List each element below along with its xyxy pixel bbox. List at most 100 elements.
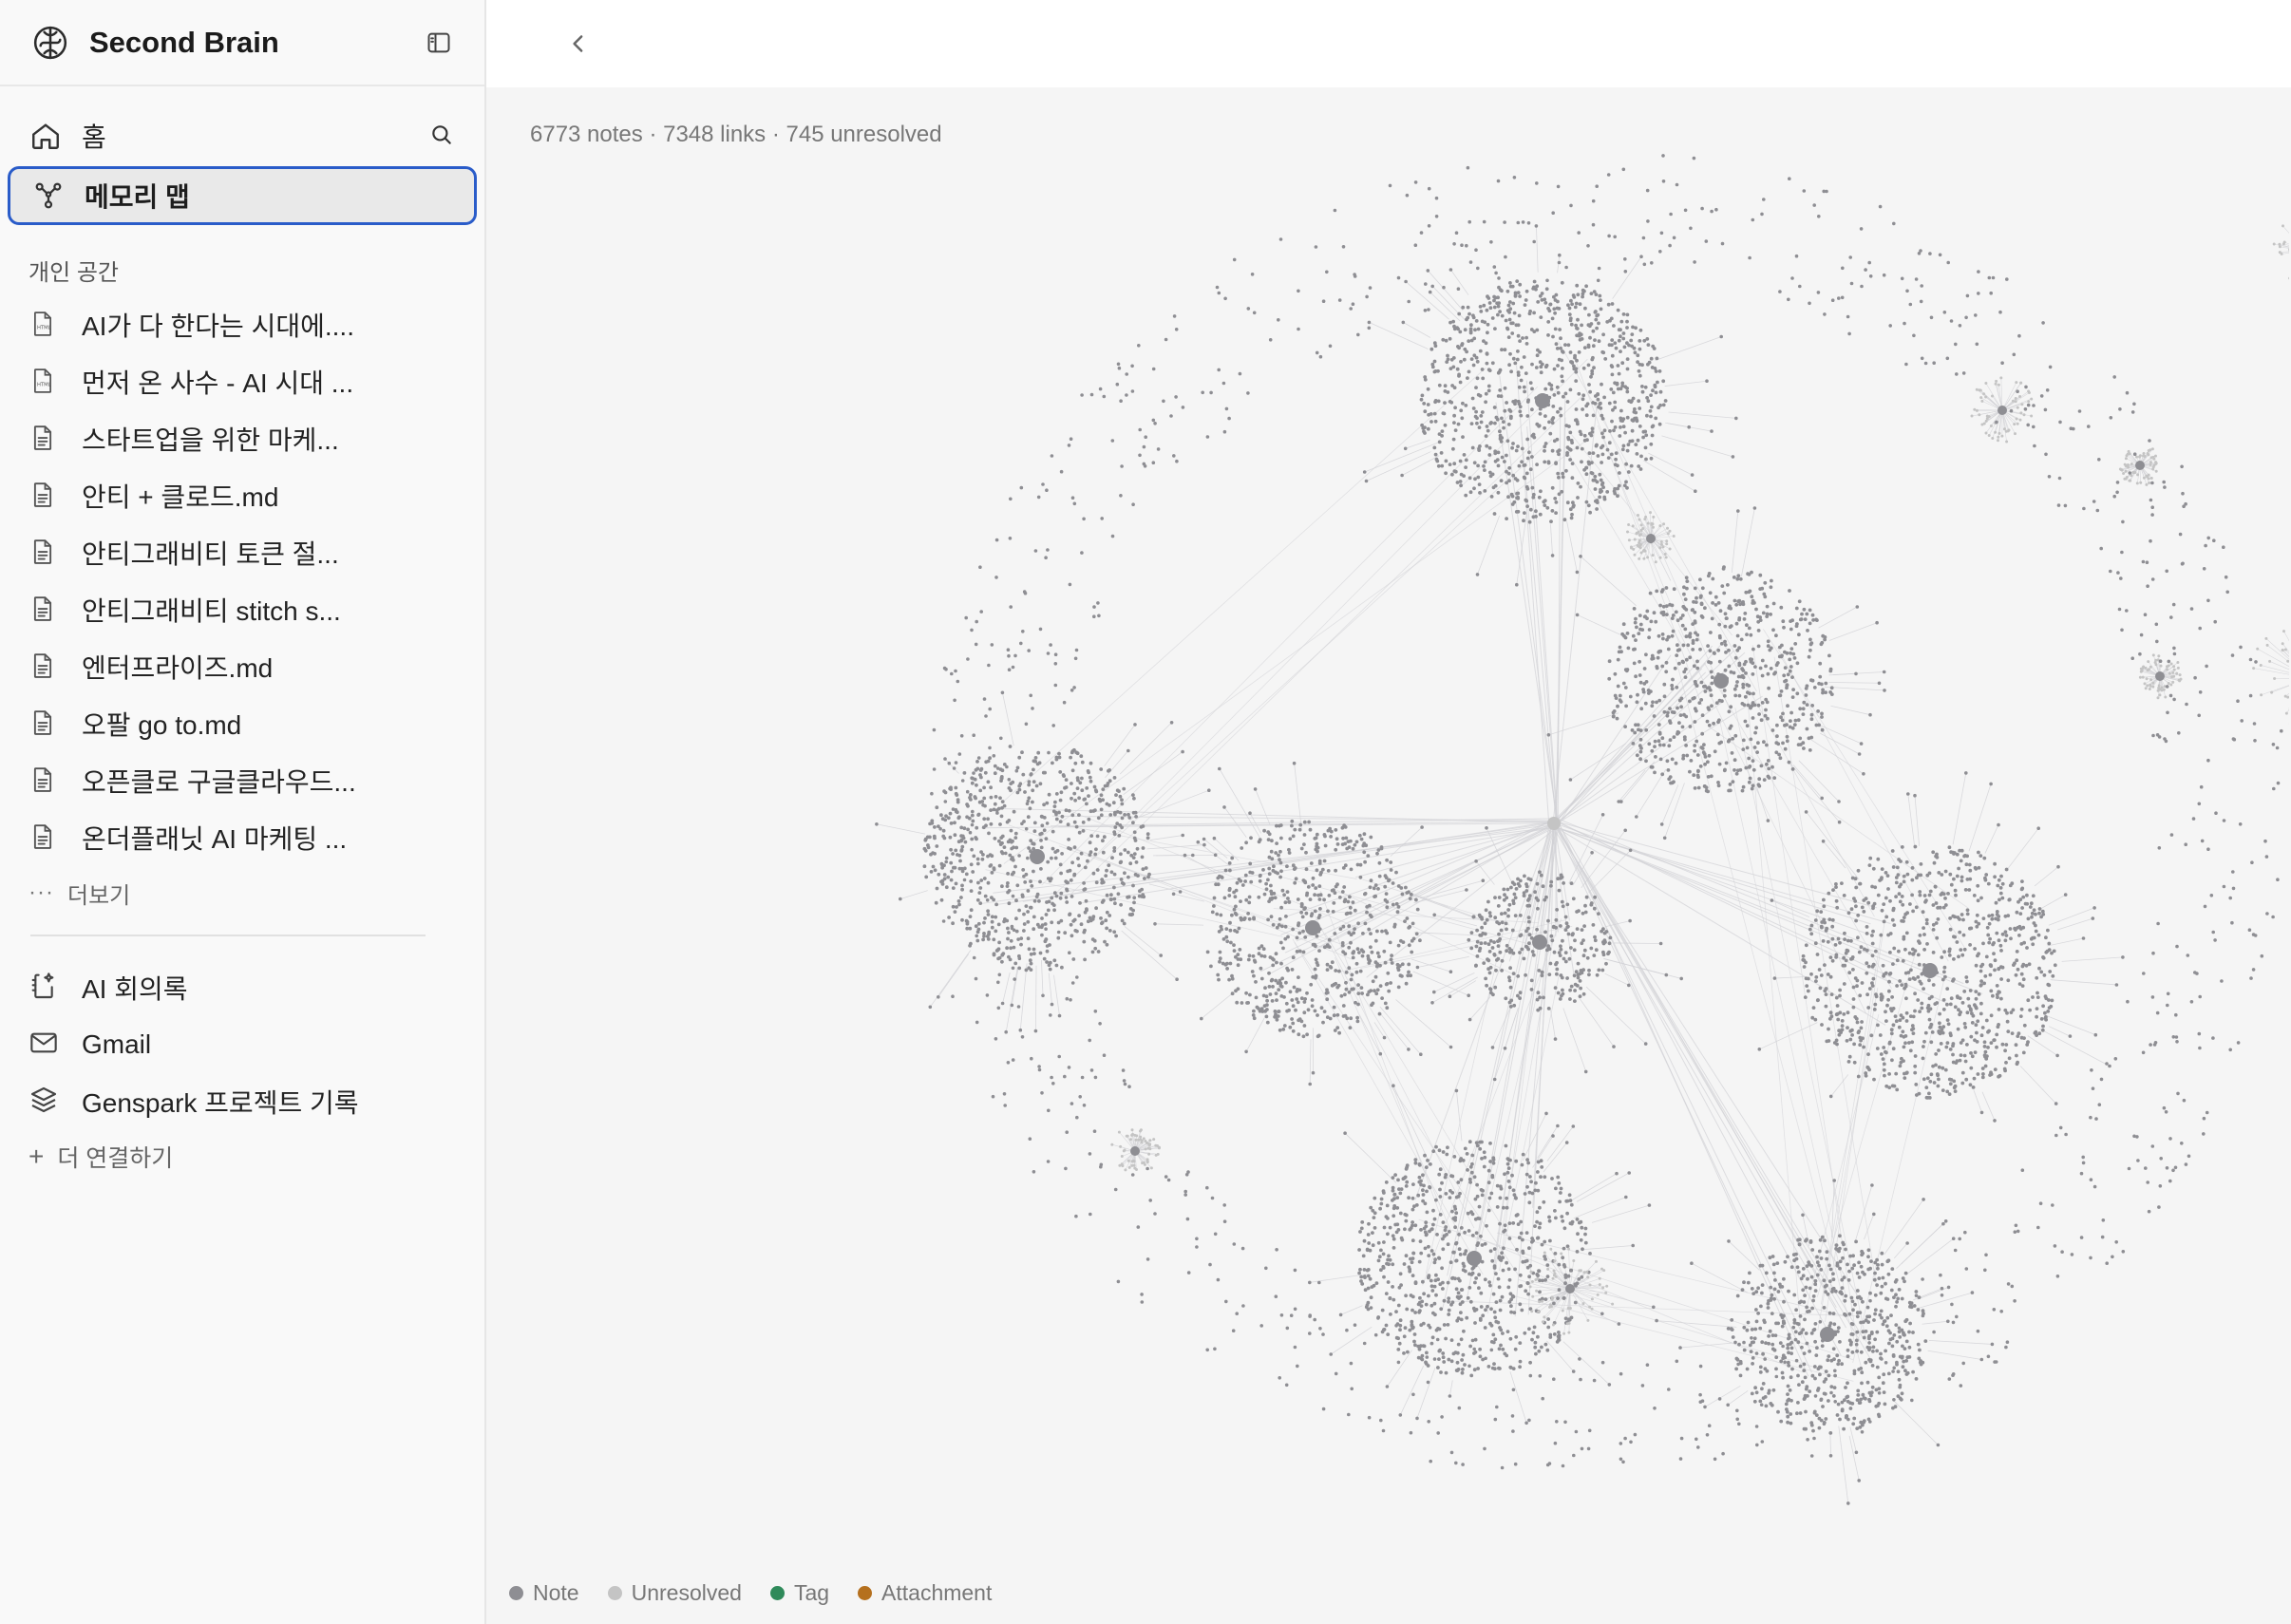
graph-node [968,915,973,918]
document-icon [28,595,59,625]
show-more-button[interactable]: ··· 더보기 [0,866,484,919]
graph-node [1014,845,1019,850]
integration-ai-notes[interactable]: AI 회의록 [0,959,484,1016]
graph-node [923,838,928,842]
graph-node [1031,800,1034,804]
graph-node [1095,868,1100,872]
graph-node [1279,961,1283,966]
graph-node [975,760,979,764]
graph-node [1002,845,1007,849]
graph-node [1581,294,1584,299]
connect-more-button[interactable]: + 더 연결하기 [0,1130,484,1183]
file-item[interactable]: HTML AI가 다 한다는 시대에.... [0,296,484,353]
graph-node [1883,1073,1886,1078]
graph-node [1230,856,1235,860]
search-icon[interactable] [429,123,456,149]
graph-node [1469,931,1474,935]
knowledge-graph[interactable] [486,87,2289,1569]
graph-node [997,863,1002,868]
nav-home[interactable]: 홈 [0,107,484,164]
graph-node [1616,684,1620,689]
graph-node [1547,947,1552,952]
sidebar-toggle-icon[interactable] [426,29,452,56]
file-item[interactable]: 오팔 go to.md [0,695,484,752]
app-title: Second Brain [89,25,279,59]
graph-node [1629,338,1634,343]
graph-node [1598,472,1602,477]
graph-node [1638,737,1643,742]
graph-node [1619,349,1622,353]
graph-node [1056,935,1061,940]
file-item[interactable]: 오픈클로 구글클라우드... [0,752,484,809]
graph-edge [1369,322,1429,349]
graph-node [1827,891,1831,896]
graph-node [2003,1048,2007,1053]
graph-node [1506,908,1510,912]
graph-node [1737,646,1741,651]
file-item[interactable]: 스타트업을 위한 마케... [0,410,484,467]
graph-node [1717,633,1722,638]
graph-node [1380,929,1384,934]
graph-node [1643,385,1648,389]
graph-node [1600,445,1603,450]
graph-node [1948,872,1953,877]
graph-node [1559,336,1562,341]
integration-genspark[interactable]: Genspark 프로젝트 기록 [0,1073,484,1130]
graph-node [1403,919,1407,923]
graph-node [1987,921,1992,926]
graph-node [1655,356,1659,361]
graph-node [1153,922,1157,926]
graph-node [1478,393,1483,398]
graph-node [1175,977,1179,981]
graph-node [1541,884,1545,889]
document-icon [28,651,59,682]
graph-node [1278,823,1283,827]
graph-node [1553,1037,1558,1041]
graph-node [1404,885,1408,890]
file-item[interactable]: 안티 + 클로드.md [0,467,484,524]
graph-node [1868,712,1872,717]
graph-node [2056,864,2060,869]
graph-edge [1104,724,1136,766]
graph-node [1472,486,1476,491]
graph-node [1569,881,1574,885]
file-item[interactable]: 안티그래비티 토큰 절... [0,524,484,581]
graph-node [987,831,991,836]
graph-node [1827,653,1831,658]
graph-node [1590,371,1595,376]
graph-node [1017,755,1022,760]
graph-node [1506,495,1510,500]
graph-node [1625,326,1629,330]
graph-node [1081,829,1086,833]
graph-edge [1002,692,1014,746]
graph-node [1181,833,1184,838]
integration-gmail[interactable]: Gmail [0,1016,484,1073]
graph-node [1524,371,1528,375]
graph-node [1789,627,1793,632]
nav-memory-map[interactable]: 메모리 맵 [8,166,477,225]
graph-edge [2061,956,2123,962]
graph-node [1000,884,1004,889]
graph-node [1631,633,1636,638]
graph-node [1980,1075,1985,1080]
graph-node [1493,421,1497,425]
graph-node [1284,1001,1289,1006]
graph-node [1661,604,1666,609]
back-chevron-icon[interactable] [564,29,593,58]
file-item[interactable]: 안티그래비티 stitch s... [0,581,484,638]
graph-node [1928,889,1933,894]
graph-node [1984,873,1989,877]
file-item[interactable]: 온더플래닛 AI 마케팅 ... [0,809,484,866]
graph-node [1960,953,1965,957]
file-item[interactable]: HTML 먼저 온 사수 - AI 시대 ... [0,353,484,410]
graph-node [1027,846,1031,850]
graph-node [1638,622,1643,627]
graph-node [1391,902,1395,907]
graph-node [1034,895,1039,898]
graph-node [1876,893,1881,897]
graph-node [1232,907,1237,912]
graph-node [1635,700,1639,705]
file-item[interactable]: 엔터프라이즈.md [0,638,484,695]
graph-node [1519,378,1524,383]
graph-node [1913,1070,1918,1075]
